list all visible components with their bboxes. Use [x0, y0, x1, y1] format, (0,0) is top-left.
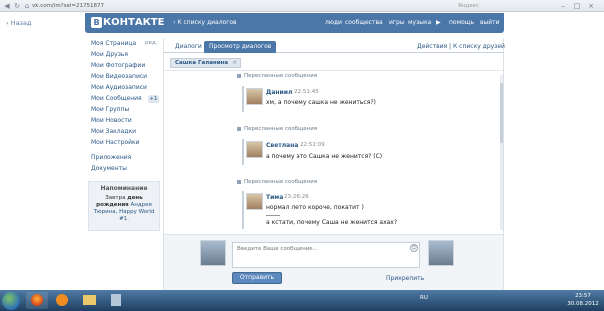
nav-communities[interactable]: сообщества [345, 19, 383, 27]
minimize-icon[interactable]: – [556, 1, 570, 11]
message-time: 22:52:09 [300, 142, 325, 148]
message-time: 22:51:45 [294, 89, 319, 95]
reminder-title: Напоминание [100, 185, 148, 192]
message-text: а кстати, почему Саша не женится ахах? [266, 219, 398, 226]
reload-icon[interactable]: ↻ [13, 2, 21, 10]
recipient-chip[interactable]: Сашка Галанина × [170, 58, 242, 68]
menu-apps[interactable]: Приложения [91, 154, 131, 162]
vk-logo[interactable]: В КОНТАКТЕ [91, 17, 164, 29]
firefox-taskbar-button[interactable] [26, 292, 48, 309]
friends-list-link[interactable]: К списку друзей [453, 43, 505, 50]
taskbar: RU 23:57 30.08.2012 [0, 290, 604, 311]
browser-search-box[interactable]: Яндекс [458, 2, 548, 10]
nav-help[interactable]: помощь [449, 19, 474, 27]
forward-bar [242, 191, 244, 229]
nav-music[interactable]: музыка [408, 19, 431, 27]
attach-link[interactable]: Прикрепить [386, 275, 424, 282]
explorer-taskbar-button[interactable] [78, 292, 100, 309]
system-tray: RU [420, 295, 428, 301]
tab-dialogs[interactable]: Диалоги [170, 41, 207, 53]
divider [266, 215, 280, 216]
site-header: В КОНТАКТЕ ‹ К списку диалогов люди сообщ… [85, 13, 504, 33]
browser-toolbar: ◀ ↻ ⌂ vk.com/im?sel=21751877 Яндекс – □ × [0, 0, 604, 12]
forwarded-label: Пересланные сообщения [237, 73, 317, 79]
message-text: хм, а почему сашка не жениться?) [266, 99, 376, 106]
media-player-icon [56, 293, 68, 306]
actions-group: Действия | К списку друзей [417, 43, 505, 50]
forwarded-message: Тима 23:26:26 нормал лето короче, покати… [242, 191, 492, 229]
menu-bookmarks[interactable]: Мои Закладки [91, 128, 136, 136]
sender-name[interactable]: Тима [266, 194, 283, 201]
recipient-row: Сашка Галанина × [164, 55, 503, 71]
smile-icon[interactable]: ☺ [410, 244, 418, 252]
address-bar[interactable]: vk.com/im?sel=21751877 [32, 2, 152, 10]
calculator-icon [111, 293, 121, 306]
avatar[interactable] [246, 141, 263, 158]
close-icon[interactable]: × [232, 59, 237, 67]
media-player-taskbar-button[interactable] [51, 292, 73, 309]
forwarded-message: Даниил 22:51:45 хм, а почему сашка не же… [242, 86, 492, 112]
scrollbar[interactable] [500, 75, 503, 230]
recipient-avatar[interactable] [428, 240, 454, 266]
forward-icon [237, 126, 241, 131]
nav-games[interactable]: игры [389, 19, 405, 27]
separator: | [449, 43, 452, 50]
menu-groups[interactable]: Мои Группы [91, 106, 129, 114]
dialog-panel: Диалоги Просмотр диалогов Действия | К с… [163, 38, 505, 300]
back-link[interactable]: ‹ Назад [6, 19, 32, 27]
dialogs-back-link[interactable]: ‹ К списку диалогов [173, 19, 237, 27]
forward-icon [237, 73, 241, 78]
message-text: нормал лето короче, покатит ) [266, 204, 364, 211]
reminder-text: Завтра день рождения Андрея Тюрина, Happ… [93, 195, 155, 222]
menu-settings[interactable]: Мои Настройки [91, 139, 140, 147]
back-arrow-icon[interactable]: ◀ [3, 2, 11, 10]
menu-documents[interactable]: Документы [91, 165, 127, 173]
tab-bar: Диалоги Просмотр диалогов Действия | К с… [164, 40, 505, 53]
menu-audio[interactable]: Мои Аудиозаписи [91, 84, 147, 92]
menu-videos[interactable]: Мои Видеозаписи [91, 73, 147, 81]
message-time: 23:26:26 [284, 194, 309, 200]
message-input[interactable] [232, 242, 420, 268]
sender-name[interactable]: Светлана [266, 142, 298, 149]
sender-name[interactable]: Даниил [266, 89, 292, 96]
forwarded-message: Светлана 22:52:09 а почему это Сашка не … [242, 139, 492, 165]
home-icon[interactable]: ⌂ [23, 2, 31, 10]
vk-logo-badge: В [91, 17, 102, 28]
folder-icon [82, 294, 96, 305]
avatar[interactable] [246, 193, 263, 210]
forward-bar [242, 139, 244, 165]
play-icon[interactable]: ▶ [436, 19, 441, 27]
calculator-taskbar-button[interactable] [105, 292, 127, 309]
my-avatar[interactable] [200, 240, 226, 266]
scroll-thumb[interactable] [500, 83, 503, 143]
send-button[interactable]: Отправить [232, 272, 282, 284]
menu-my-page[interactable]: Моя Страница [91, 40, 136, 48]
messages-count-badge[interactable]: +1 [148, 95, 159, 103]
close-icon[interactable]: × [584, 1, 598, 11]
chevron-left-icon: ‹ [6, 19, 9, 27]
forwarded-label: Пересланные сообщения [237, 179, 317, 185]
menu-photos[interactable]: Мои Фотографии [91, 62, 145, 70]
window-controls: – □ × [556, 0, 604, 12]
reminder-box: Напоминание Завтра день рождения Андрея … [88, 181, 160, 231]
menu-edit-link[interactable]: ред. [145, 40, 157, 46]
firefox-icon [31, 293, 43, 306]
menu-news[interactable]: Мои Новости [91, 117, 132, 125]
forwarded-label: Пересланные сообщения [237, 126, 317, 132]
tab-view-dialogs[interactable]: Просмотр диалогов [204, 41, 277, 53]
maximize-icon[interactable]: □ [570, 1, 584, 11]
nav-people[interactable]: люди [325, 19, 342, 27]
actions-link[interactable]: Действия [417, 43, 447, 50]
menu-friends[interactable]: Мои Друзья [91, 51, 128, 59]
chevron-left-icon: ‹ [173, 19, 176, 26]
language-indicator[interactable]: RU [420, 295, 428, 301]
start-button-icon[interactable] [2, 292, 20, 310]
clock[interactable]: 23:57 30.08.2012 [566, 292, 600, 308]
forward-bar [242, 86, 244, 112]
avatar[interactable] [246, 88, 263, 105]
forward-icon [237, 179, 241, 184]
menu-messages[interactable]: Мои Сообщения [91, 95, 142, 103]
nav-logout[interactable]: выйти [480, 19, 500, 27]
message-text: а почему это Сашка не женится? (С) [266, 153, 383, 160]
